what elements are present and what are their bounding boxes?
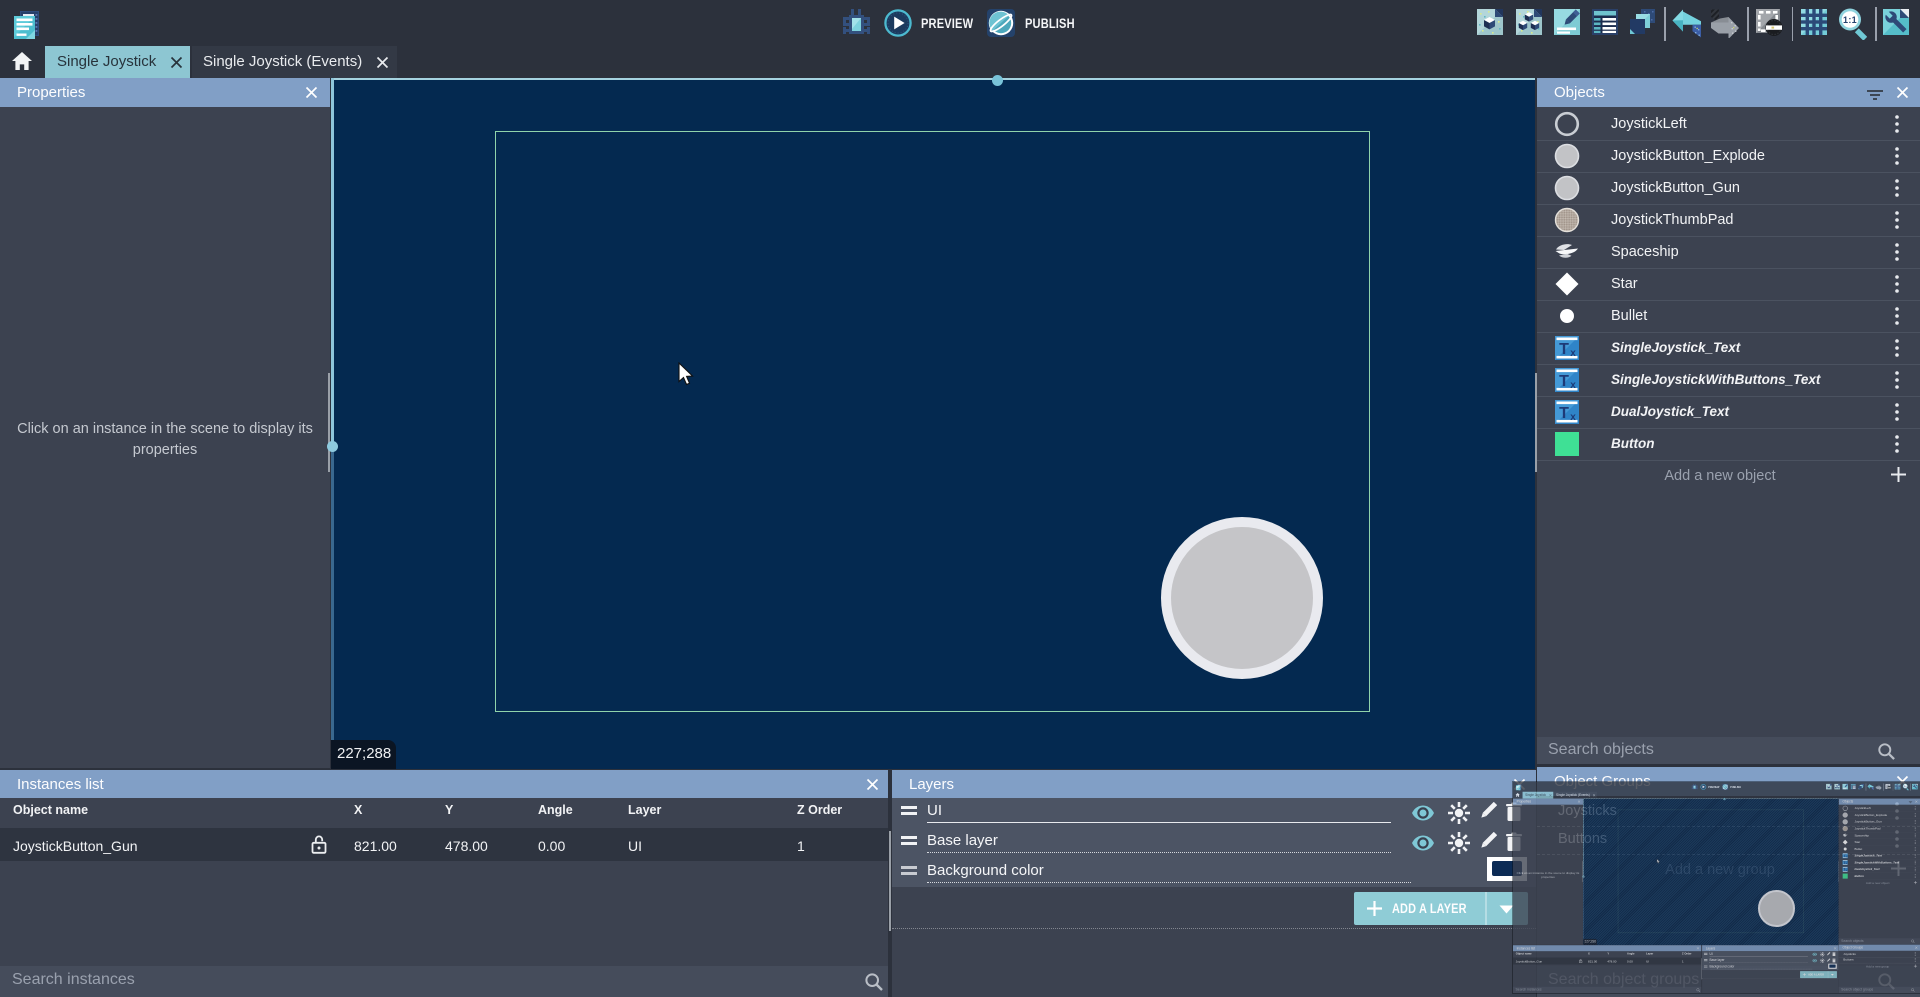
svg-text:1:1: 1:1 (1843, 15, 1857, 25)
svg-text:x: x (1570, 348, 1576, 359)
svg-text:x: x (1570, 380, 1576, 391)
svg-text:T: T (1559, 405, 1569, 422)
svg-text:1:1: 1:1 (1904, 786, 1907, 788)
svg-text:x: x (1570, 412, 1576, 423)
svg-text:T: T (1559, 341, 1569, 358)
svg-text:T: T (1559, 373, 1569, 390)
